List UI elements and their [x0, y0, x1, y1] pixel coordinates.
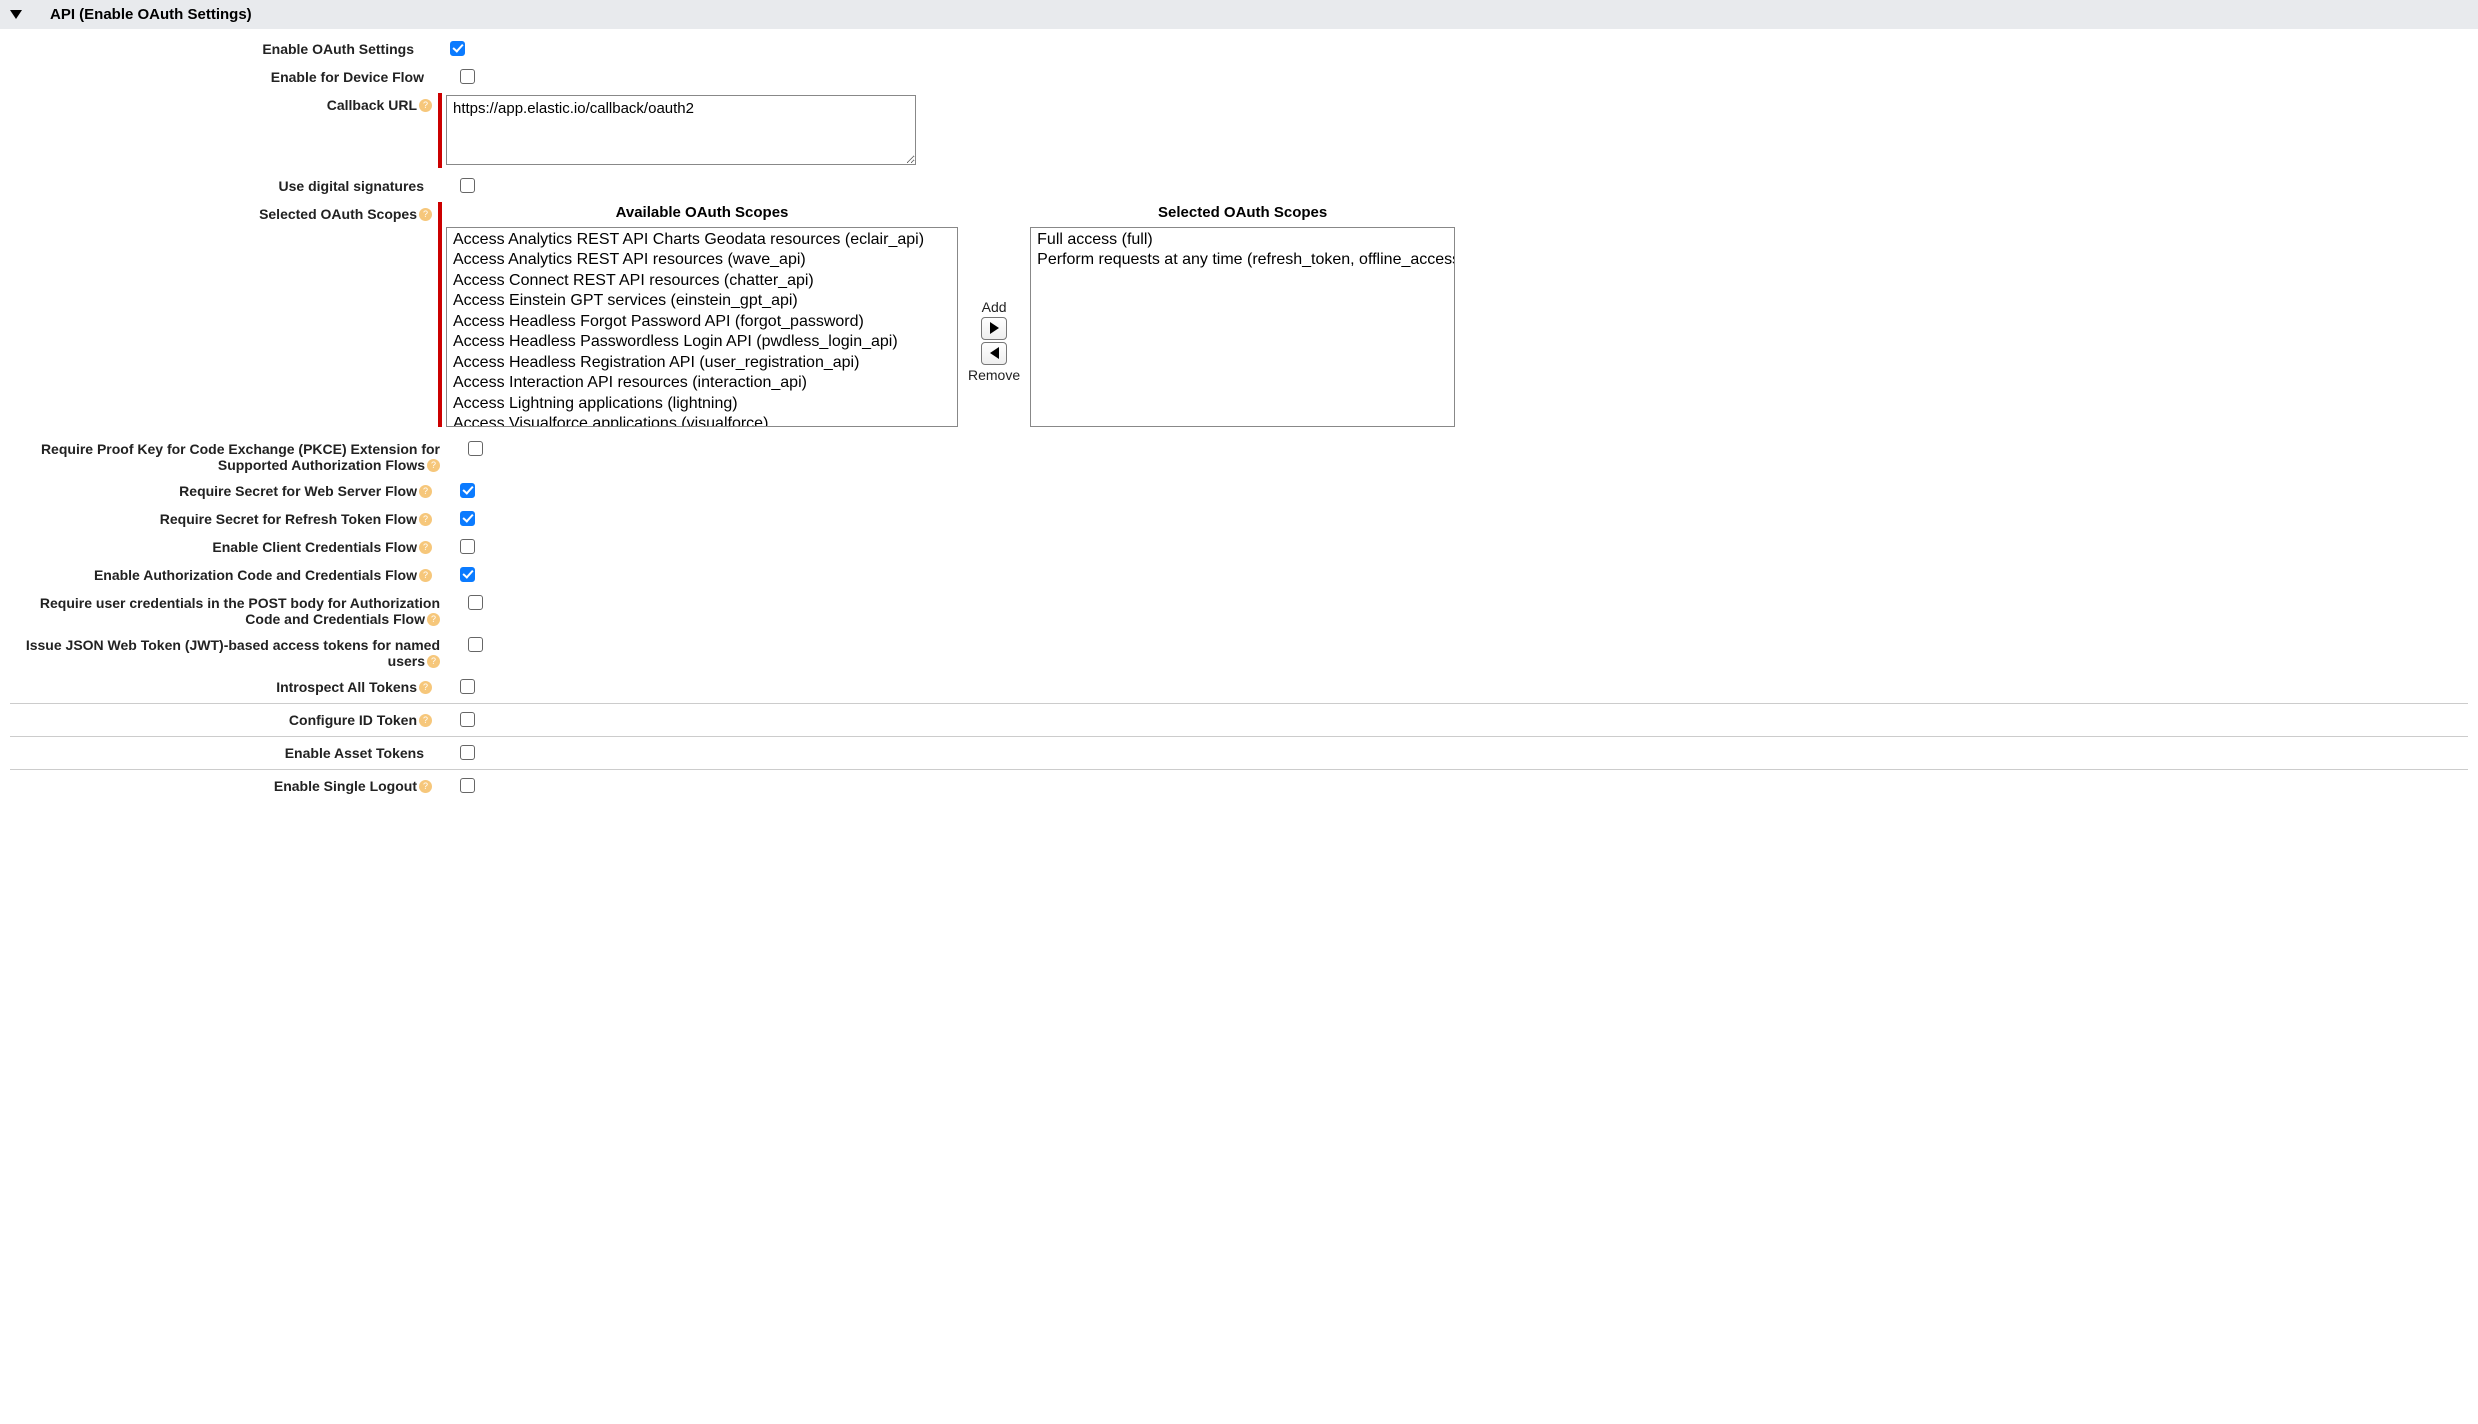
checkbox-jwt[interactable]: [468, 637, 483, 652]
scope-option[interactable]: Access Einstein GPT services (einstein_g…: [451, 291, 953, 311]
label-jwt: Issue JSON Web Token (JWT)-based access …: [26, 637, 440, 669]
label-digital-signatures: Use digital signatures: [10, 174, 430, 194]
help-icon[interactable]: ?: [419, 780, 432, 793]
section-title: API (Enable OAuth Settings): [50, 6, 252, 23]
label-enable-oauth: Enable OAuth Settings: [10, 37, 420, 57]
checkbox-web-server-secret[interactable]: [460, 483, 475, 498]
scope-option[interactable]: Access Headless Forgot Password API (for…: [451, 312, 953, 332]
label-post-body-creds: Require user credentials in the POST bod…: [40, 595, 440, 627]
label-refresh-secret: Require Secret for Refresh Token Flow: [160, 511, 417, 527]
scope-option[interactable]: Access Visualforce applications (visualf…: [451, 414, 953, 427]
label-device-flow: Enable for Device Flow: [10, 65, 430, 85]
label-client-credentials: Enable Client Credentials Flow: [212, 539, 417, 555]
help-icon[interactable]: ?: [419, 485, 432, 498]
label-selected-scopes: Selected OAuth Scopes: [259, 206, 417, 222]
label-configure-id-token: Configure ID Token: [289, 712, 417, 728]
remove-button[interactable]: [981, 342, 1007, 365]
checkbox-auth-code-creds[interactable]: [460, 567, 475, 582]
row-auth-code-creds: Enable Authorization Code and Credential…: [10, 563, 2468, 585]
available-scopes-listbox[interactable]: Access Analytics REST API Charts Geodata…: [446, 227, 958, 427]
label-web-server-secret: Require Secret for Web Server Flow: [179, 483, 417, 499]
scope-transfer-buttons: Add Remove: [958, 204, 1030, 427]
available-scopes-title: Available OAuth Scopes: [446, 204, 958, 221]
section-header: API (Enable OAuth Settings): [0, 0, 2478, 29]
checkbox-enable-oauth[interactable]: [450, 41, 465, 56]
help-icon[interactable]: ?: [419, 714, 432, 727]
checkbox-client-credentials[interactable]: [460, 539, 475, 554]
scope-option[interactable]: Perform requests at any time (refresh_to…: [1035, 250, 1450, 270]
help-icon[interactable]: ?: [419, 513, 432, 526]
divider: [10, 736, 2468, 737]
scope-option[interactable]: Full access (full): [1035, 230, 1450, 250]
row-post-body-creds: Require user credentials in the POST bod…: [10, 591, 2468, 627]
help-icon[interactable]: ?: [419, 541, 432, 554]
checkbox-digital-signatures[interactable]: [460, 178, 475, 193]
row-web-server-secret: Require Secret for Web Server Flow?: [10, 479, 2468, 501]
help-icon[interactable]: ?: [427, 655, 440, 668]
help-icon[interactable]: ?: [419, 681, 432, 694]
scope-option[interactable]: Access Analytics REST API Charts Geodata…: [451, 230, 953, 250]
row-pkce: Require Proof Key for Code Exchange (PKC…: [10, 437, 2468, 473]
checkbox-introspect[interactable]: [460, 679, 475, 694]
add-label: Add: [982, 299, 1007, 315]
callback-url-input[interactable]: [446, 95, 916, 165]
row-client-credentials: Enable Client Credentials Flow?: [10, 535, 2468, 557]
disclosure-triangle-icon[interactable]: [10, 10, 22, 19]
divider: [10, 769, 2468, 770]
scope-option[interactable]: Access Headless Registration API (user_r…: [451, 353, 953, 373]
row-configure-id-token: Configure ID Token?: [10, 708, 2468, 730]
remove-label: Remove: [968, 367, 1020, 383]
checkbox-configure-id-token[interactable]: [460, 712, 475, 727]
row-asset-tokens: Enable Asset Tokens: [10, 741, 2468, 763]
scope-option[interactable]: Access Headless Passwordless Login API (…: [451, 332, 953, 352]
row-digital-signatures: Use digital signatures: [10, 174, 2468, 196]
available-scopes-column: Available OAuth Scopes Access Analytics …: [446, 204, 958, 427]
scope-option[interactable]: Access Connect REST API resources (chatt…: [451, 271, 953, 291]
checkbox-post-body-creds[interactable]: [468, 595, 483, 610]
label-single-logout: Enable Single Logout: [274, 778, 417, 794]
checkbox-pkce[interactable]: [468, 441, 483, 456]
label-asset-tokens: Enable Asset Tokens: [10, 741, 430, 761]
selected-scopes-listbox[interactable]: Full access (full)Perform requests at an…: [1030, 227, 1455, 427]
help-icon[interactable]: ?: [427, 613, 440, 626]
row-single-logout: Enable Single Logout?: [10, 774, 2468, 796]
checkbox-refresh-secret[interactable]: [460, 511, 475, 526]
help-icon[interactable]: ?: [419, 569, 432, 582]
row-callback-url: Callback URL?: [10, 93, 2468, 168]
label-callback-url: Callback URL: [327, 97, 417, 113]
scope-option[interactable]: Access Interaction API resources (intera…: [451, 373, 953, 393]
form-body: Enable OAuth Settings Enable for Device …: [0, 29, 2478, 822]
arrow-right-icon: [990, 322, 999, 334]
label-auth-code-creds: Enable Authorization Code and Credential…: [94, 567, 417, 583]
help-icon[interactable]: ?: [419, 208, 432, 221]
selected-scopes-column: Selected OAuth Scopes Full access (full)…: [1030, 204, 1455, 427]
row-oauth-scopes: Selected OAuth Scopes? Available OAuth S…: [10, 202, 2468, 427]
row-enable-oauth: Enable OAuth Settings: [10, 37, 2468, 59]
checkbox-asset-tokens[interactable]: [460, 745, 475, 760]
divider: [10, 703, 2468, 704]
row-device-flow: Enable for Device Flow: [10, 65, 2468, 87]
selected-scopes-title: Selected OAuth Scopes: [1030, 204, 1455, 221]
label-pkce: Require Proof Key for Code Exchange (PKC…: [41, 441, 440, 473]
help-icon[interactable]: ?: [427, 459, 440, 472]
row-jwt: Issue JSON Web Token (JWT)-based access …: [10, 633, 2468, 669]
scope-option[interactable]: Access Lightning applications (lightning…: [451, 394, 953, 414]
row-refresh-secret: Require Secret for Refresh Token Flow?: [10, 507, 2468, 529]
add-button[interactable]: [981, 317, 1007, 340]
scope-option[interactable]: Access Analytics REST API resources (wav…: [451, 250, 953, 270]
row-introspect: Introspect All Tokens?: [10, 675, 2468, 697]
help-icon[interactable]: ?: [419, 99, 432, 112]
arrow-left-icon: [990, 347, 999, 359]
label-introspect: Introspect All Tokens: [276, 679, 417, 695]
checkbox-single-logout[interactable]: [460, 778, 475, 793]
checkbox-device-flow[interactable]: [460, 69, 475, 84]
